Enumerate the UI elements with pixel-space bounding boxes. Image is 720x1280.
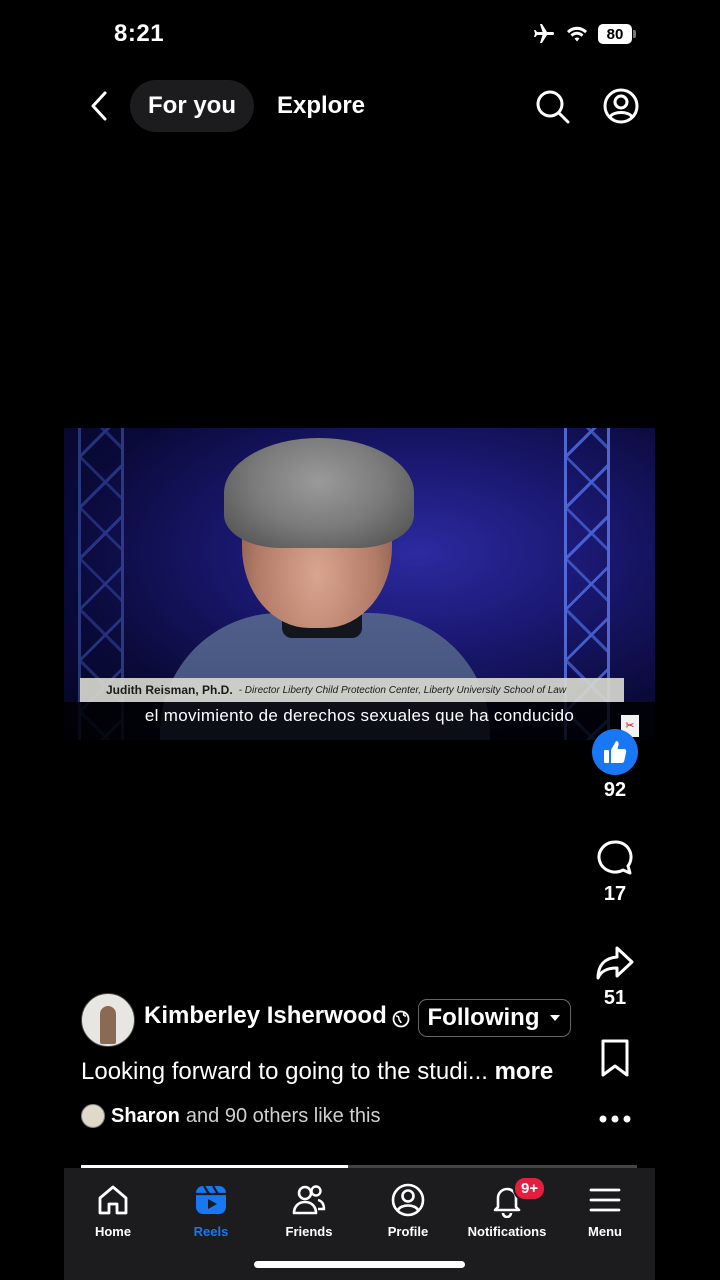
- likes-summary[interactable]: Sharon and 90 others like this: [81, 1104, 380, 1128]
- more-horizontal-icon: [599, 1115, 631, 1123]
- nav-profile[interactable]: Profile: [359, 1182, 457, 1239]
- post-caption[interactable]: Looking forward to going to the studi...…: [81, 1058, 553, 1086]
- nav-label: Profile: [387, 1224, 429, 1239]
- airplane-icon: [534, 24, 554, 43]
- nav-menu[interactable]: Menu: [556, 1182, 654, 1239]
- nav-label: Notifications: [467, 1224, 547, 1239]
- more-options-button[interactable]: [592, 1096, 638, 1142]
- comment-count: 17: [603, 883, 627, 905]
- like-button[interactable]: [592, 729, 638, 775]
- globe-icon: [392, 1010, 410, 1028]
- likes-text: and 90 others like this: [185, 1104, 381, 1127]
- liker-name: Sharon: [111, 1104, 180, 1127]
- account-button[interactable]: [601, 86, 641, 126]
- lower-third: Judith Reisman, Ph.D. - Director Liberty…: [80, 678, 624, 702]
- speaker-hair: [224, 438, 414, 548]
- thumbs-up-icon: [604, 741, 627, 763]
- author-avatar[interactable]: [81, 993, 135, 1047]
- hamburger-menu-icon: [589, 1188, 621, 1212]
- reels-icon: [196, 1185, 226, 1214]
- nav-home[interactable]: Home: [64, 1182, 162, 1239]
- nav-label: Reels: [193, 1224, 229, 1239]
- home-indicator: [254, 1261, 465, 1268]
- search-button[interactable]: [532, 86, 572, 126]
- profile-icon: [391, 1183, 425, 1217]
- notification-badge: 9+: [513, 1176, 547, 1201]
- user-circle-icon: [603, 88, 639, 124]
- nav-label: Friends: [285, 1224, 333, 1239]
- caption-more-link[interactable]: more: [495, 1058, 554, 1085]
- lower-third-name: Judith Reisman, Ph.D.: [106, 683, 233, 697]
- comment-icon: [597, 840, 633, 875]
- share-icon: [596, 946, 634, 980]
- nav-label: Home: [94, 1224, 132, 1239]
- friends-icon: [292, 1185, 326, 1215]
- like-count: 92: [603, 779, 627, 801]
- comment-button[interactable]: [592, 835, 638, 881]
- search-icon: [536, 90, 570, 124]
- following-button[interactable]: Following: [418, 999, 571, 1037]
- share-count: 51: [603, 987, 627, 1009]
- reel-video[interactable]: Judith Reisman, Ph.D. - Director Liberty…: [64, 428, 655, 740]
- video-subtitle: el movimiento de derechos sexuales que h…: [144, 706, 575, 725]
- save-button[interactable]: [592, 1035, 638, 1081]
- caret-down-icon: [550, 1015, 561, 1021]
- tab-for-you[interactable]: For you: [130, 80, 254, 132]
- following-label: Following: [427, 1004, 540, 1031]
- battery-indicator: 80: [598, 24, 636, 44]
- nav-label: Menu: [588, 1224, 622, 1239]
- bookmark-icon: [601, 1039, 629, 1077]
- nav-reels[interactable]: Reels: [162, 1182, 260, 1239]
- status-time: 8:21: [114, 20, 165, 47]
- author-name[interactable]: Kimberley Isherwood: [144, 1002, 387, 1030]
- chevron-left-icon: [91, 91, 107, 121]
- tab-explore[interactable]: Explore: [277, 80, 365, 132]
- status-icons: 80: [532, 22, 636, 46]
- share-button[interactable]: [592, 940, 638, 986]
- nav-friends[interactable]: Friends: [260, 1182, 358, 1239]
- liker-avatar: [81, 1104, 105, 1128]
- nav-notifications[interactable]: 9+ Notifications: [458, 1176, 556, 1239]
- back-button[interactable]: [84, 88, 114, 124]
- lower-third-title: - Director Liberty Child Protection Cent…: [238, 684, 567, 696]
- caption-text: Looking forward to going to the studi...: [81, 1058, 488, 1085]
- home-icon: [98, 1185, 128, 1215]
- wifi-icon: [567, 26, 587, 42]
- avatar-figure: [100, 1006, 116, 1044]
